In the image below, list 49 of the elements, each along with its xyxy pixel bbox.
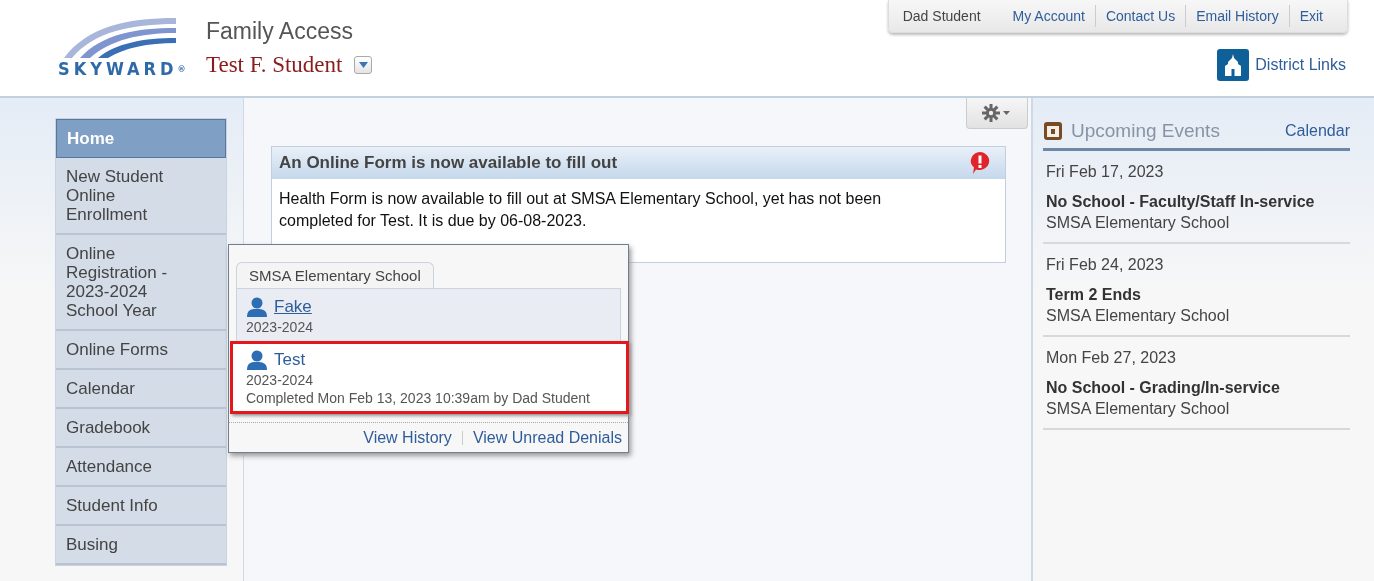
event-date: Fri Feb 24, 2023 bbox=[1046, 256, 1165, 274]
student-link[interactable]: Test bbox=[274, 350, 306, 370]
section-title: Upcoming Events bbox=[1071, 120, 1221, 142]
event-school: SMSA Elementary School bbox=[1046, 214, 1231, 232]
completion-status: Completed Mon Feb 13, 2023 10:39am by Dad Student bbox=[246, 390, 591, 406]
school-year: 2023-2024 bbox=[246, 319, 314, 335]
nav-link[interactable]: Email History bbox=[1186, 8, 1289, 24]
link[interactable]: View History bbox=[363, 429, 452, 447]
highlighted-entry[interactable]: Test 2023-2024 Completed Mon Feb 13, 2023 10:39am by Dad Student bbox=[230, 341, 629, 414]
event-date: Mon Feb 27, 2023 bbox=[1046, 349, 1177, 367]
link[interactable]: View Unread Denials bbox=[472, 429, 622, 447]
event-name: Term 2 Ends bbox=[1046, 286, 1142, 304]
message-text: Health Form is now available to fill out at SMSA Elementary School, yet has not been completed for Test. It is due by 06-08-2023. bbox=[278, 189, 883, 231]
sidebar-item[interactable]: Calendar bbox=[56, 370, 226, 409]
gear-icon bbox=[982, 104, 1012, 122]
dropdown-button[interactable] bbox=[354, 56, 373, 74]
person-icon bbox=[246, 350, 268, 370]
school-year: 2023-2024 bbox=[246, 372, 314, 388]
list-entry[interactable]: Fake 2023-2024 bbox=[237, 289, 620, 341]
message-title: An Online Form is now available to fill out bbox=[279, 153, 618, 173]
app-title: Family Access bbox=[206, 18, 354, 46]
sidebar-item[interactable]: New Student Online Enrollment bbox=[56, 158, 226, 235]
settings-button[interactable] bbox=[966, 98, 1028, 129]
skyward-logo: SKYWARD® bbox=[58, 16, 188, 96]
sidebar-item[interactable]: Busing bbox=[56, 526, 226, 565]
school-tab[interactable]: SMSA Elementary School bbox=[236, 262, 434, 288]
nav-link[interactable]: Exit bbox=[1289, 8, 1333, 24]
building-icon bbox=[1217, 49, 1250, 81]
district-links-link[interactable]: District Links bbox=[1217, 49, 1346, 81]
user-name: Dad Student bbox=[902, 8, 981, 24]
nav-link[interactable]: Contact Us bbox=[1095, 8, 1186, 24]
nav-link[interactable]: My Account bbox=[1002, 8, 1095, 24]
sidebar-item[interactable]: Gradebook bbox=[56, 409, 226, 448]
event-school: SMSA Elementary School bbox=[1046, 400, 1231, 418]
student-link[interactable]: Fake bbox=[274, 297, 312, 317]
sidebar-item[interactable]: Attendance bbox=[56, 448, 226, 487]
calendar-link[interactable]: Calendar bbox=[1285, 122, 1350, 140]
person-icon bbox=[246, 297, 268, 317]
alert-icon bbox=[968, 151, 992, 175]
calendar-icon bbox=[1043, 121, 1063, 141]
event-school: SMSA Elementary School bbox=[1046, 307, 1231, 325]
event-name: No School - Grading/In-service bbox=[1046, 379, 1281, 397]
event-name: No School - Faculty/Staff In-service bbox=[1046, 193, 1316, 211]
sidebar-item[interactable]: Online Registration - 2023-2024 School Year bbox=[56, 235, 226, 331]
sidebar-item[interactable]: Student Info bbox=[56, 487, 226, 526]
student-name: Test F. Student bbox=[206, 52, 343, 78]
sidebar-item[interactable]: Online Forms bbox=[56, 331, 226, 370]
event-date: Fri Feb 17, 2023 bbox=[1046, 163, 1165, 181]
caret-icon bbox=[359, 62, 368, 68]
